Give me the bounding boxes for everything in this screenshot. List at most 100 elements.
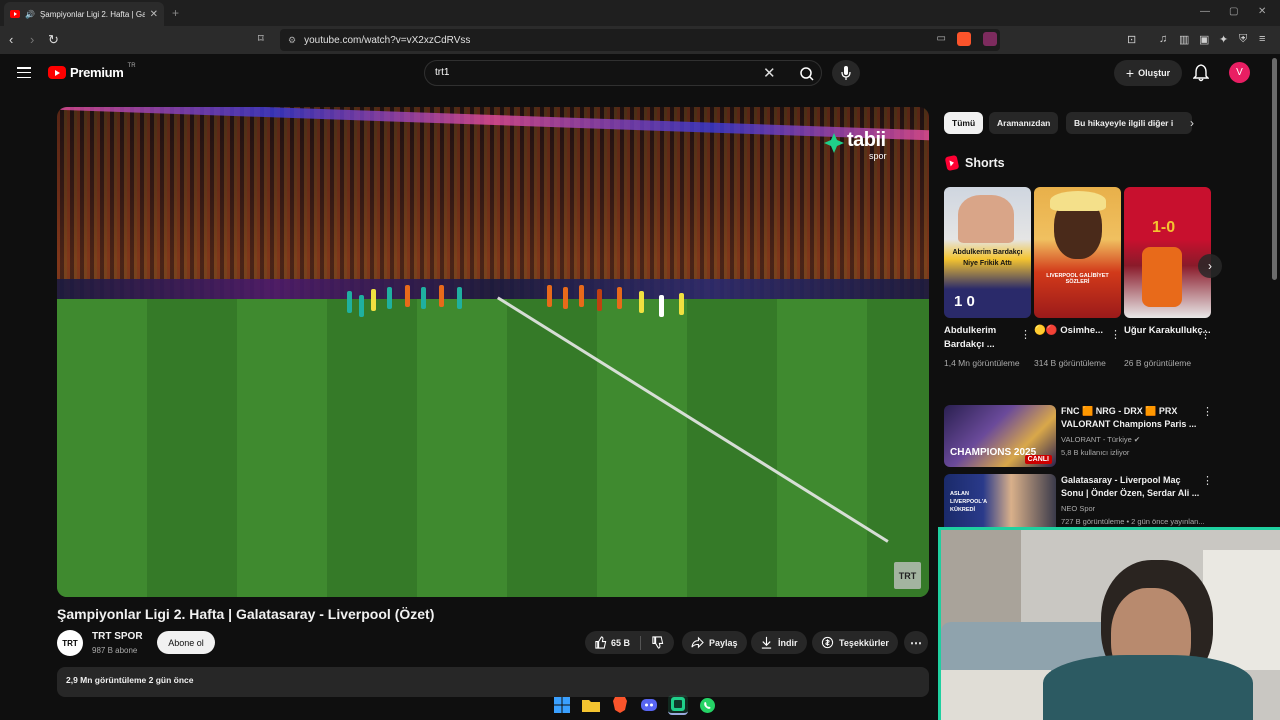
short-menu-icon[interactable]: ⋮ xyxy=(1020,328,1031,341)
short-card[interactable]: LIVERPOOL GALİBİYET SÖZLERİ 🟡🔴 Osimhe...… xyxy=(1034,187,1121,370)
address-bar[interactable]: ⚙ youtube.com/watch?v=vX2xzCdRVss ▭ xyxy=(280,29,1000,51)
discord-icon[interactable] xyxy=(639,695,659,715)
speaker-icon[interactable]: 🔊 xyxy=(25,10,35,19)
plus-icon: + xyxy=(1125,65,1135,81)
like-count[interactable]: 65 B xyxy=(611,638,630,648)
video-menu-icon[interactable]: ⋮ xyxy=(1202,474,1213,487)
video-thumbnail[interactable]: CHAMPIONS 2025 CANLI xyxy=(944,405,1056,467)
whatsapp-icon[interactable] xyxy=(697,695,717,715)
close-window-icon[interactable]: ✕ xyxy=(1258,6,1266,17)
short-overlay-text: LIVERPOOL GALİBİYET SÖZLERİ xyxy=(1046,273,1109,285)
create-button[interactable]: + Oluştur xyxy=(1114,60,1182,86)
app-icon-active[interactable] xyxy=(668,695,688,715)
like-icon[interactable] xyxy=(594,636,607,649)
video-title[interactable]: Galatasaray - Liverpool Maç Sonu | Önder… xyxy=(1061,474,1201,501)
search-box[interactable]: trt1 ✕ xyxy=(424,60,822,86)
logo-region: TR xyxy=(127,62,136,69)
live-badge: CANLI xyxy=(1024,455,1052,464)
notifications-bell-icon[interactable] xyxy=(1193,64,1209,82)
create-label: Oluştur xyxy=(1138,68,1171,78)
tabii-logo-icon xyxy=(824,133,844,153)
video-menu-icon[interactable]: ⋮ xyxy=(1202,405,1213,418)
channel-name[interactable]: TRT SPOR xyxy=(92,631,143,642)
vpn-icon[interactable]: ⛨ xyxy=(1239,33,1247,46)
description-box[interactable]: 2,9 Mn görüntüleme 2 gün önce xyxy=(57,667,929,697)
short-score: 1-0 xyxy=(1152,219,1176,236)
brave-browser-icon[interactable] xyxy=(610,695,630,715)
video-meta: 727 B görüntüleme • 2 gün önce yayınlan.… xyxy=(1061,517,1205,526)
search-input[interactable]: trt1 xyxy=(435,67,449,78)
short-thumbnail[interactable]: Abdulkerim Bardakçı Niye Frikik Attı 1 0 xyxy=(944,187,1031,318)
channel-avatar[interactable]: TRT xyxy=(57,630,83,656)
brave-shields-icon[interactable] xyxy=(957,32,971,46)
chips-next-icon[interactable]: › xyxy=(1190,116,1194,130)
tab-close-icon[interactable]: ✕ xyxy=(150,9,158,20)
youtube-header: Premium TR trt1 ✕ + Oluştur V xyxy=(0,54,1280,94)
dislike-icon[interactable] xyxy=(651,636,664,649)
short-menu-icon[interactable]: ⋮ xyxy=(1200,328,1211,341)
channel-name[interactable]: VALORANT - Türkiye ✔ xyxy=(1061,435,1140,444)
video-title[interactable]: FNC 🟧 NRG - DRX 🟧 PRX VALORANT Champions… xyxy=(1061,405,1201,432)
brave-rewards-icon[interactable] xyxy=(983,32,997,46)
logo-text: Premium xyxy=(70,65,124,80)
shorts-next-icon[interactable]: › xyxy=(1198,254,1222,278)
voice-search-button[interactable] xyxy=(832,60,860,86)
players-group-left xyxy=(347,285,547,325)
short-menu-icon[interactable]: ⋮ xyxy=(1110,328,1121,341)
short-title[interactable]: 🟡🔴 Osimhe... xyxy=(1034,324,1121,352)
chip-related-story[interactable]: Bu hikayeyle ilgili diğer i xyxy=(1066,112,1192,134)
leo-ai-icon[interactable]: ✦ xyxy=(1219,33,1228,46)
youtube-play-icon xyxy=(48,66,66,79)
tab-title: Şampiyonlar Ligi 2. Hafta | Ga xyxy=(39,9,145,19)
shorts-logo-icon xyxy=(944,154,960,172)
share-label: Paylaş xyxy=(709,637,738,648)
recommended-video[interactable]: CHAMPIONS 2025 CANLI FNC 🟧 NRG - DRX 🟧 P… xyxy=(944,405,1213,467)
view-stats: 2,9 Mn görüntüleme 2 gün önce xyxy=(66,675,194,685)
chip-all[interactable]: Tümü xyxy=(944,112,984,134)
tabii-brand: tabii xyxy=(847,129,886,151)
short-thumbnail[interactable]: 1-0 xyxy=(1124,187,1211,318)
new-tab-button[interactable]: + xyxy=(172,6,179,20)
short-card[interactable]: 1-0 Uğur Karakullukç... 26 B görüntüleme… xyxy=(1124,187,1211,370)
download-button[interactable]: İndir xyxy=(751,631,807,654)
short-thumbnail[interactable]: LIVERPOOL GALİBİYET SÖZLERİ xyxy=(1034,187,1121,318)
site-settings-icon[interactable]: ⚙ xyxy=(288,35,296,46)
sidebar-icon[interactable]: ▥ xyxy=(1179,33,1189,46)
file-explorer-icon[interactable] xyxy=(581,695,601,715)
channel-name[interactable]: NEO Spor xyxy=(1061,504,1095,513)
more-actions-icon[interactable]: ⋯ xyxy=(904,631,928,654)
menu-icon[interactable]: ≡ xyxy=(1259,33,1265,45)
wallet-icon[interactable]: ▣ xyxy=(1199,33,1209,46)
video-title: Şampiyonlar Ligi 2. Hafta | Galatasaray … xyxy=(57,606,435,622)
clear-search-icon[interactable]: ✕ xyxy=(763,64,776,82)
browser-tab[interactable]: 🔊 Şampiyonlar Ligi 2. Hafta | Ga ✕ xyxy=(4,2,164,26)
short-views: 314 B görüntüleme xyxy=(1034,358,1106,368)
short-title[interactable]: Abdulkerim Bardakçı ... xyxy=(944,324,1031,352)
minimize-icon[interactable]: — xyxy=(1200,6,1210,17)
reload-icon[interactable]: ↻ xyxy=(48,32,59,48)
cast-icon[interactable]: ▭ xyxy=(937,33,946,44)
search-icon[interactable] xyxy=(793,65,821,83)
youtube-premium-logo[interactable]: Premium TR xyxy=(48,62,136,80)
windows-start-icon[interactable] xyxy=(552,695,572,715)
page-scrollbar[interactable] xyxy=(1272,58,1277,280)
forward-icon[interactable]: › xyxy=(30,32,34,47)
shorts-heading: Shorts xyxy=(965,156,1005,170)
like-dislike-group: 65 B xyxy=(585,631,674,654)
thanks-label: Teşekkürler xyxy=(839,637,889,648)
screenshot-icon[interactable]: ⊡ xyxy=(1127,33,1136,46)
guide-menu-icon[interactable] xyxy=(17,67,31,78)
short-title[interactable]: Uğur Karakullukç... xyxy=(1124,324,1211,352)
shorts-header: Shorts xyxy=(944,154,1005,172)
account-avatar[interactable]: V xyxy=(1229,62,1250,83)
chip-from-search[interactable]: Aramanızdan xyxy=(989,112,1059,134)
bookmark-icon[interactable]: ⌑ xyxy=(258,32,264,45)
music-icon[interactable]: ♫ xyxy=(1159,33,1167,45)
short-card[interactable]: Abdulkerim Bardakçı Niye Frikik Attı 1 0… xyxy=(944,187,1031,370)
subscribe-button[interactable]: Abone ol xyxy=(157,631,215,654)
video-player[interactable]: tabii spor TRT xyxy=(57,107,929,597)
back-icon[interactable]: ‹ xyxy=(9,32,13,47)
maximize-icon[interactable]: ▢ xyxy=(1229,6,1238,17)
share-button[interactable]: Paylaş xyxy=(682,631,747,654)
thanks-button[interactable]: Teşekkürler xyxy=(812,631,898,654)
